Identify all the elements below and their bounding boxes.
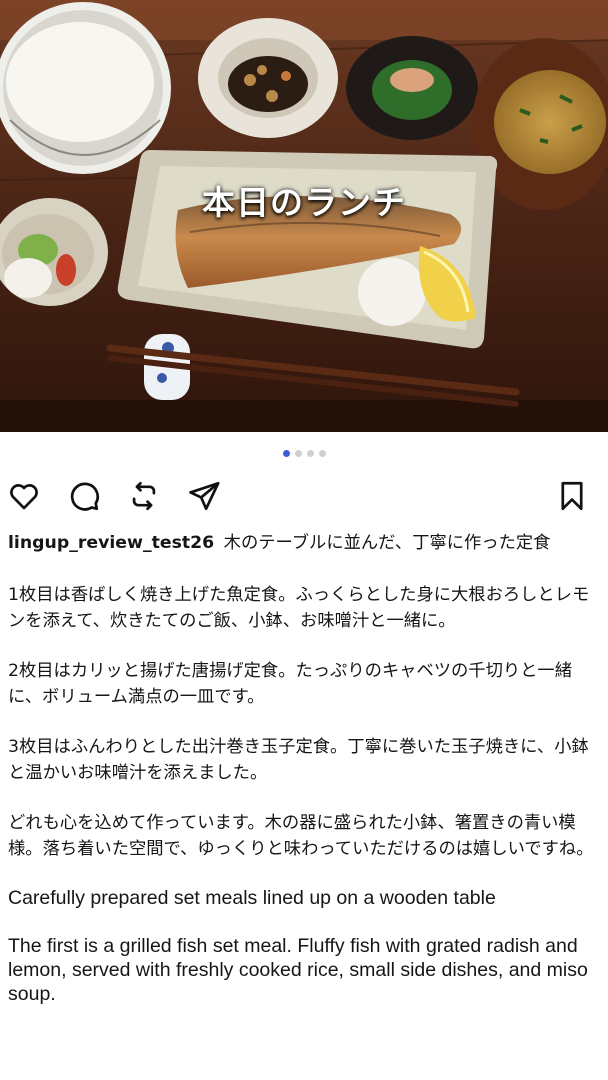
like-button[interactable] bbox=[6, 478, 42, 514]
caption-lead-text: 木のテーブルに並んだ、丁寧に作った定食 bbox=[223, 533, 551, 553]
carousel-dot-1[interactable] bbox=[282, 450, 290, 457]
comment-icon bbox=[70, 482, 99, 511]
post-caption: lingup_review_test26 木のテーブルに並んだ、丁寧に作った定食… bbox=[8, 530, 594, 1030]
carousel-dot-4[interactable] bbox=[318, 450, 326, 457]
save-button[interactable] bbox=[554, 478, 590, 514]
caption-paragraph-4: どれも心を込めて作っています。木の器に盛られた小鉢、箸置きの青い模様。落ち着いた… bbox=[8, 813, 594, 859]
repost-icon bbox=[132, 481, 156, 511]
repost-button[interactable] bbox=[126, 478, 162, 514]
caption-lead: lingup_review_test26 木のテーブルに並んだ、丁寧に作った定食 bbox=[8, 530, 594, 556]
carousel-indicator bbox=[0, 450, 608, 457]
send-icon bbox=[189, 481, 220, 511]
bookmark-icon bbox=[561, 481, 583, 511]
caption-paragraph-2: 2枚目はカリッと揚げた唐揚げ定食。たっぷりのキャベツの千切りと一緒に、ボリューム… bbox=[8, 661, 572, 707]
caption-paragraph-1: 1枚目は香ばしく焼き上げた魚定食。ふっくらとした身に大根おろしとレモンを添えて、… bbox=[8, 585, 590, 631]
post-photo[interactable]: 本日のランチ bbox=[0, 0, 608, 432]
share-button[interactable] bbox=[186, 478, 222, 514]
caption-english-paragraph-1: The first is a grilled fish set meal. Fl… bbox=[8, 935, 594, 1005]
username-link[interactable]: lingup_review_test26 bbox=[8, 533, 214, 553]
comment-button[interactable] bbox=[66, 478, 102, 514]
post-action-bar bbox=[6, 478, 590, 514]
photo-overlay-title: 本日のランチ bbox=[202, 183, 406, 222]
caption-english-title: Carefully prepared set meals lined up on… bbox=[8, 887, 496, 909]
carousel-dot-2[interactable] bbox=[294, 450, 302, 457]
caption-paragraph-3: 3枚目はふんわりとした出汁巻き玉子定食。丁寧に巻いた玉子焼きに、小鉢と温かいお味… bbox=[8, 737, 589, 783]
heart-icon bbox=[10, 484, 38, 510]
carousel-dot-3[interactable] bbox=[306, 450, 314, 457]
